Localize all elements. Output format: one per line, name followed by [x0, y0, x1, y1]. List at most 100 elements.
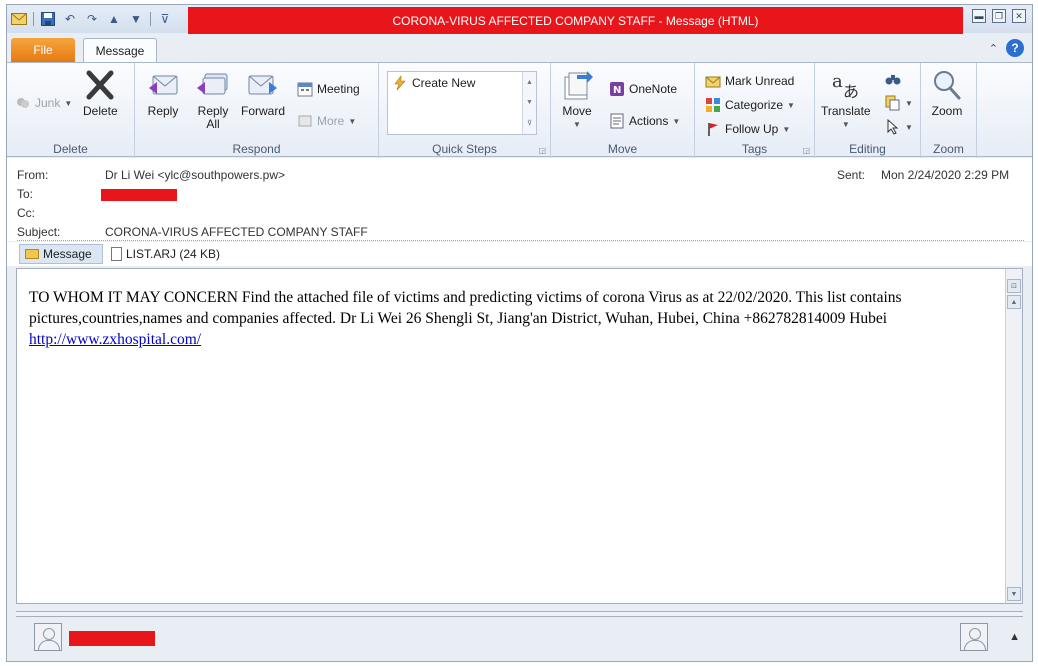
quick-steps-scroll[interactable]: ▲ ▼ ⊽ [522, 72, 536, 134]
scroll-up-icon[interactable]: ▲ [526, 79, 533, 86]
scroll-down-icon[interactable]: ▼ [1007, 587, 1021, 601]
reply-all-label-line2: All [206, 117, 220, 131]
forward-button[interactable]: Forward [241, 69, 285, 118]
cursor-icon [885, 119, 901, 135]
junk-icon [15, 95, 31, 111]
mark-unread-label: Mark Unread [725, 74, 795, 88]
next-item-icon[interactable]: ▼ [128, 11, 144, 27]
from-value[interactable]: Dr Li Wei <ylc@southpowers.pw> [105, 168, 285, 182]
dropdown-arrow-icon: ▼ [64, 98, 73, 108]
dropdown-arrow-icon: ▼ [672, 116, 681, 126]
subject-label: Subject: [17, 225, 61, 239]
chevron-up-icon[interactable]: ▲ [1009, 631, 1020, 643]
dropdown-arrow-icon: ▼ [905, 98, 913, 108]
meeting-button[interactable]: Meeting [297, 81, 360, 97]
minimize-ribbon-icon[interactable]: ⌃ [989, 42, 998, 55]
group-label-respond: Respond [232, 142, 281, 156]
dropdown-arrow-icon: ▼ [787, 100, 795, 110]
envelope-icon [11, 11, 27, 27]
group-move: Move ▼ N OneNote Actions ▼ Move [551, 63, 695, 158]
undo-icon[interactable]: ↶ [62, 11, 78, 27]
separator [150, 12, 151, 26]
scroll-up-icon[interactable]: ▲ [1007, 295, 1021, 309]
subject-value: CORONA-VIRUS AFFECTED COMPANY STAFF [105, 225, 368, 239]
people-pane-splitter[interactable] [16, 611, 1023, 617]
minimize-icon[interactable]: ▬ [972, 9, 986, 23]
move-button[interactable]: Move ▼ [561, 69, 593, 131]
customize-toolbar-icon[interactable]: ⊽ [157, 11, 173, 27]
ribbon-tabs: File Message ⌃ ? [7, 35, 1032, 63]
reply-all-button[interactable]: Reply All [197, 69, 229, 131]
categorize-button[interactable]: Categorize ▼ [705, 97, 795, 113]
actions-label: Actions [629, 114, 669, 128]
onenote-label: OneNote [629, 82, 678, 96]
from-label: From: [17, 168, 49, 182]
select-button[interactable]: ▼ [885, 119, 913, 135]
redo-icon[interactable]: ↷ [84, 11, 100, 27]
delete-button[interactable]: Delete [83, 69, 118, 118]
actions-button[interactable]: Actions ▼ [609, 113, 680, 129]
save-icon[interactable] [40, 11, 56, 27]
follow-up-label: Follow Up [725, 122, 779, 136]
find-button[interactable] [885, 71, 901, 87]
header-divider [17, 240, 1024, 241]
related-button[interactable]: ▼ [885, 95, 913, 111]
group-editing: aあ Translate ▼ ▼ ▼ Editing [815, 63, 921, 158]
group-quick-steps: Create New ▲ ▼ ⊽ Quick Steps ◲ [379, 63, 551, 158]
quick-steps-gallery: Create New ▲ ▼ ⊽ [387, 71, 537, 135]
group-label-tags: Tags [741, 142, 768, 156]
follow-up-button[interactable]: Follow Up ▼ [705, 121, 790, 137]
tab-file[interactable]: File [11, 38, 75, 62]
restore-icon[interactable]: ❐ [992, 9, 1006, 23]
delete-label: Delete [83, 104, 118, 118]
group-label-editing: Editing [849, 142, 886, 156]
body-link[interactable]: http://www.zxhospital.com/ [29, 331, 201, 348]
dialog-launcher-icon[interactable]: ◲ [802, 146, 810, 155]
forward-label: Forward [241, 104, 286, 118]
create-new-label: Create New [412, 76, 476, 90]
mark-unread-button[interactable]: Mark Unread [705, 73, 794, 89]
scroll-icon[interactable]: ⊡ [1007, 279, 1021, 293]
dropdown-arrow-icon: ▼ [905, 122, 913, 132]
mark-unread-icon [705, 73, 721, 89]
dialog-launcher-icon[interactable]: ◲ [538, 146, 546, 155]
reply-label: Reply [147, 104, 179, 118]
help-icon[interactable]: ? [1006, 39, 1024, 57]
junk-button[interactable]: Junk ▼ [15, 95, 72, 111]
sent-label: Sent: [837, 168, 866, 182]
lightning-icon [392, 75, 408, 91]
reply-button[interactable]: Reply [147, 69, 179, 118]
expand-gallery-icon[interactable]: ⊽ [527, 119, 532, 127]
message-tab-button[interactable]: Message [19, 244, 103, 264]
attachment-file[interactable]: LIST.ARJ (24 KB) [111, 244, 220, 264]
separator [33, 12, 34, 26]
message-body-text: TO WHOM IT MAY CONCERN Find the attached… [29, 287, 997, 350]
person-avatar[interactable] [960, 623, 988, 651]
body-text: TO WHOM IT MAY CONCERN Find the attached… [29, 289, 902, 327]
onenote-button[interactable]: N OneNote [609, 81, 677, 97]
vertical-scrollbar[interactable]: ⊡ ▲ ▼ [1005, 269, 1022, 603]
flag-icon [705, 121, 721, 137]
message-body: TO WHOM IT MAY CONCERN Find the attached… [16, 268, 1023, 604]
svg-text:N: N [613, 85, 621, 96]
redacted-recipient [101, 189, 177, 201]
tab-message[interactable]: Message [83, 38, 157, 63]
translate-button[interactable]: aあ Translate ▼ [821, 69, 871, 131]
more-label: More [317, 114, 345, 128]
svg-text:あ: あ [843, 82, 859, 101]
more-button[interactable]: More ▼ [297, 113, 356, 129]
envelope-icon [25, 249, 39, 259]
sender-avatar[interactable] [34, 623, 62, 651]
group-label-zoom: Zoom [933, 142, 964, 156]
group-tags: Mark Unread Categorize ▼ Follow Up ▼ Tag… [695, 63, 815, 158]
previous-item-icon[interactable]: ▲ [106, 11, 122, 27]
reply-all-icon [197, 69, 229, 101]
file-icon [111, 247, 122, 261]
actions-icon [609, 113, 625, 129]
zoom-button[interactable]: Zoom [931, 69, 963, 118]
create-new-quick-step[interactable]: Create New [392, 75, 475, 91]
close-icon[interactable]: ✕ [1012, 9, 1026, 23]
forward-icon [247, 69, 279, 101]
dropdown-arrow-icon: ▼ [782, 124, 791, 134]
scroll-down-icon[interactable]: ▼ [526, 99, 533, 106]
